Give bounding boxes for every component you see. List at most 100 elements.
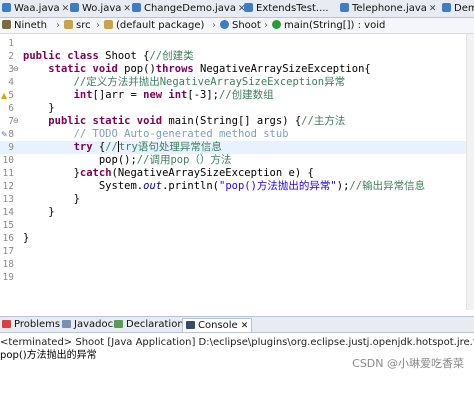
breadcrumb-source-folder[interactable]: src bbox=[64, 19, 91, 33]
breadcrumb-method[interactable]: main(String[]) : void bbox=[272, 19, 385, 33]
tab-label: Console bbox=[198, 320, 238, 331]
code-line: 7 ⊖ public static void main(String[] arg… bbox=[0, 115, 466, 128]
code-text: public static void main(String[] args) {… bbox=[23, 115, 345, 128]
static-field: out bbox=[143, 180, 163, 192]
code-text: System.out.println("pop()方法抛出的异常");//输出异… bbox=[23, 180, 425, 193]
tab-extendstest[interactable]: ExtendsTest.... bbox=[244, 2, 331, 17]
tab-problems[interactable]: Problems bbox=[2, 318, 60, 332]
identifier: System. bbox=[98, 180, 144, 192]
line-number: 19 bbox=[2, 272, 14, 283]
java-file-icon bbox=[244, 3, 253, 12]
java-file-icon bbox=[70, 3, 79, 12]
tab-label: ExtendsTest.... bbox=[256, 3, 329, 14]
line-number: 6 bbox=[8, 103, 14, 114]
keyword: int bbox=[73, 89, 93, 101]
comment: try语句处理异常信息 bbox=[118, 141, 222, 153]
line-number: 12 bbox=[2, 181, 14, 192]
breadcrumb-project[interactable]: Nineth bbox=[2, 19, 47, 33]
breadcrumb-label: main(String[]) : void bbox=[284, 20, 386, 31]
code-line: 16 } bbox=[0, 232, 466, 245]
method-icon bbox=[272, 20, 281, 29]
code-line: 14 } bbox=[0, 206, 466, 219]
tab-label: Wo.java bbox=[82, 3, 122, 14]
code-line: 18 bbox=[0, 258, 466, 271]
code-line: 15 bbox=[0, 219, 466, 232]
code-text: } bbox=[23, 193, 80, 206]
code-text: // TODO Auto-generated method stub bbox=[23, 128, 289, 141]
line-number: 10 bbox=[2, 155, 14, 166]
line-number: 8 bbox=[8, 129, 14, 140]
problems-icon bbox=[2, 320, 11, 328]
package-icon bbox=[104, 20, 113, 29]
comment: //定义方法并抛出NegativeArraySizeException异常 bbox=[73, 76, 346, 88]
tab-changedemo-java[interactable]: ChangeDemo.java ✕ bbox=[132, 2, 246, 17]
tab-label: Javadoc bbox=[74, 319, 114, 330]
class-icon bbox=[220, 20, 229, 29]
breadcrumb-label: src bbox=[76, 20, 91, 31]
tab-waa-java[interactable]: Waa.java ✕ bbox=[2, 2, 69, 17]
line-number: 15 bbox=[2, 220, 14, 231]
brace: } bbox=[73, 193, 80, 205]
code-line: 19 bbox=[0, 271, 466, 284]
bottom-view-tab-bar: Problems Javadoc Declaration Console ✕ bbox=[0, 316, 474, 333]
breadcrumb-separator: › bbox=[96, 20, 100, 31]
code-line: 2 public class Shoot {//创建类 bbox=[0, 50, 466, 63]
keyword: static void bbox=[48, 63, 118, 75]
comment: //主方法 bbox=[301, 115, 346, 127]
current-code-line: 9 try {//try语句处理异常信息 bbox=[0, 141, 466, 154]
code-line: 1 bbox=[0, 37, 466, 50]
breadcrumb-separator: › bbox=[56, 20, 60, 31]
code-text: } bbox=[23, 206, 54, 219]
breadcrumb-package[interactable]: (default package) bbox=[104, 19, 204, 33]
close-icon[interactable]: ✕ bbox=[62, 4, 70, 14]
line-number: 7 bbox=[8, 116, 14, 127]
java-file-icon bbox=[2, 3, 11, 12]
comment: //调用pop（）方法 bbox=[136, 154, 232, 166]
tab-label: Telephone.java bbox=[352, 3, 427, 14]
identifier: pop() bbox=[117, 63, 156, 75]
code-line: 13 } bbox=[0, 193, 466, 206]
code-line: ▲ 5 int[]arr = new int[-3];//创建数组 bbox=[0, 89, 466, 102]
fold-icon[interactable]: ⊖ bbox=[13, 115, 19, 128]
close-icon[interactable]: ✕ bbox=[429, 4, 437, 14]
identifier: Shoot { bbox=[98, 50, 150, 62]
code-editor[interactable]: 1 2 public class Shoot {//创建类 3 ⊖ static… bbox=[0, 34, 474, 310]
line-number: 9 bbox=[8, 142, 14, 153]
brace: } bbox=[48, 102, 55, 114]
line-number: 2 bbox=[8, 51, 14, 62]
identifier: ); bbox=[336, 180, 350, 192]
fold-icon[interactable]: ⊖ bbox=[13, 63, 19, 76]
code-text: public class Shoot {//创建类 bbox=[23, 50, 194, 63]
code-line: 17 bbox=[0, 245, 466, 258]
tab-label: Waa.java bbox=[14, 3, 60, 14]
tab-telephone-java[interactable]: Telephone.java ✕ bbox=[340, 2, 436, 17]
close-icon[interactable]: ✕ bbox=[241, 321, 249, 331]
tab-console[interactable]: Console ✕ bbox=[182, 318, 253, 332]
java-file-icon bbox=[340, 3, 349, 12]
code-text: static void pop()throws NegativeArraySiz… bbox=[23, 63, 370, 76]
line-number: 17 bbox=[2, 246, 14, 257]
code-line: 12 System.out.println("pop()方法抛出的异常");//… bbox=[0, 180, 466, 193]
keyword: catch bbox=[79, 167, 112, 179]
code-text: } bbox=[23, 102, 55, 115]
tab-wo-java[interactable]: Wo.java ✕ bbox=[70, 2, 131, 17]
line-number: 5 bbox=[8, 90, 14, 101]
line-number: 13 bbox=[2, 194, 14, 205]
code-text: }catch(NegativeArraySizeException e) { bbox=[23, 167, 314, 180]
code-line: 11 }catch(NegativeArraySizeException e) … bbox=[0, 167, 466, 180]
string-literal: "pop()方法抛出的异常" bbox=[219, 180, 337, 192]
tab-demo[interactable]: Demo bbox=[442, 2, 474, 17]
line-number: 11 bbox=[2, 168, 14, 179]
tab-declaration[interactable]: Declaration bbox=[114, 318, 184, 332]
identifier: (NegativeArraySizeException e) { bbox=[111, 167, 314, 179]
javadoc-icon bbox=[62, 320, 71, 328]
close-icon[interactable]: ✕ bbox=[123, 4, 131, 14]
breadcrumb-class[interactable]: Shoot bbox=[220, 19, 261, 33]
code-line: 6 } bbox=[0, 102, 466, 115]
comment: //创建类 bbox=[149, 50, 194, 62]
tab-javadoc[interactable]: Javadoc bbox=[62, 318, 113, 332]
code-text: pop();//调用pop（）方法 bbox=[23, 154, 232, 167]
overview-ruler[interactable] bbox=[466, 34, 474, 310]
breadcrumb: Nineth › src › (default package) › Shoot… bbox=[0, 18, 474, 34]
identifier: { bbox=[92, 141, 106, 153]
